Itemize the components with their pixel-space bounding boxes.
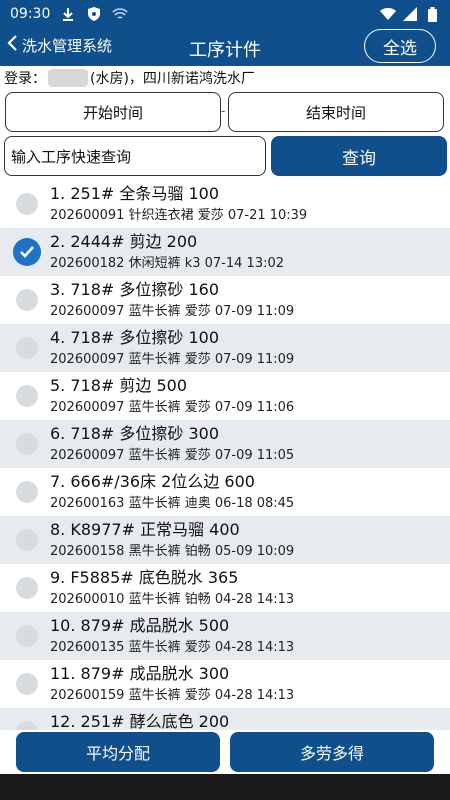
item-title: 1. 251# 全条马骝 100: [50, 184, 220, 203]
item-detail: 202600158 黑牛长裤 铂畅 05-09 10:09: [50, 544, 295, 559]
list-item[interactable]: 1. 251# 全条马骝 100 202600091 针织连衣裙 爱莎 07-21…: [0, 180, 450, 228]
wifi-off-icon: [112, 6, 128, 22]
radio-unchecked[interactable]: [16, 481, 38, 503]
radio-unchecked[interactable]: [16, 337, 38, 359]
system-nav-bar: [0, 774, 450, 800]
status-bar: 09:30: [0, 0, 450, 28]
radio-checked[interactable]: [13, 238, 41, 266]
title-bar: 洗水管理系统 工序计件 全选: [0, 28, 450, 66]
bottom-action-bar: 平均分配 多劳多得: [0, 730, 450, 774]
download-icon: [60, 6, 76, 22]
item-title: 8. K8977# 正常马骝 400: [50, 520, 240, 539]
item-title: 4. 718# 多位擦砂 100: [50, 328, 220, 347]
list-item[interactable]: 4. 718# 多位擦砂 100 202600097 蓝牛长裤 爱莎 07-09 …: [0, 324, 450, 372]
battery-icon: [424, 6, 440, 22]
shield-icon: [86, 6, 102, 22]
list-item[interactable]: 11. 879# 成品脱水 300 202600159 蓝牛长裤 爱莎 04-28…: [0, 660, 450, 708]
item-detail: 202600163 蓝牛长裤 迪奥 06-18 08:45: [50, 496, 295, 511]
query-button[interactable]: 查询: [271, 136, 447, 176]
radio-unchecked[interactable]: [16, 193, 38, 215]
select-all-button[interactable]: 全选: [364, 29, 436, 63]
item-detail: 202600097 蓝牛长裤 爱莎 07-09 11:09: [50, 304, 295, 319]
list-item[interactable]: 2. 2444# 剪边 200 202600182 休闲短裤 k3 07-14 1…: [0, 228, 450, 276]
status-time: 09:30: [10, 6, 51, 22]
item-title: 2. 2444# 剪边 200: [50, 232, 198, 251]
checkmark-icon: [20, 246, 34, 258]
item-detail: 202600182 休闲短裤 k3 07-14 13:02: [50, 256, 285, 271]
radio-unchecked[interactable]: [16, 721, 38, 730]
list-item[interactable]: 3. 718# 多位擦砂 160 202600097 蓝牛长裤 爱莎 07-09 …: [0, 276, 450, 324]
item-detail: 202600135 蓝牛长裤 爱莎 04-28 14:13: [50, 640, 295, 655]
radio-unchecked[interactable]: [16, 577, 38, 599]
time-separator: -: [221, 104, 226, 118]
item-detail: 202600159 蓝牛长裤 爱莎 04-28 14:13: [50, 688, 295, 703]
login-suffix: (水房)，四川新诺鸿洗水厂: [90, 71, 255, 87]
redacted-username: [48, 69, 88, 87]
item-title: 11. 879# 成品脱水 300: [50, 664, 230, 683]
item-detail: 202600091 针织连衣裙 爱莎 07-21 10:39: [50, 208, 308, 223]
list-item[interactable]: 7. 666#/36床 2位么边 600 202600163 蓝牛长裤 迪奥 06…: [0, 468, 450, 516]
item-title: 3. 718# 多位擦砂 160: [50, 280, 220, 299]
wifi-icon: [380, 6, 396, 22]
end-time-button[interactable]: 结束时间: [228, 92, 444, 132]
radio-unchecked[interactable]: [16, 673, 38, 695]
process-list[interactable]: 1. 251# 全条马骝 100 202600091 针织连衣裙 爱莎 07-21…: [0, 180, 450, 730]
list-item[interactable]: 5. 718# 剪边 500 202600097 蓝牛长裤 爱莎 07-09 11…: [0, 372, 450, 420]
item-title: 10. 879# 成品脱水 500: [50, 616, 230, 635]
list-item[interactable]: 6. 718# 多位擦砂 300 202600097 蓝牛长裤 爱莎 07-09 …: [0, 420, 450, 468]
radio-unchecked[interactable]: [16, 625, 38, 647]
radio-unchecked[interactable]: [16, 385, 38, 407]
item-detail: 202600097 蓝牛长裤 爱莎 07-09 11:06: [50, 400, 295, 415]
radio-unchecked[interactable]: [16, 289, 38, 311]
login-info: 登录： (水房)，四川新诺鸿洗水厂: [0, 66, 450, 90]
item-title: 7. 666#/36床 2位么边 600: [50, 472, 255, 491]
more-work-more-pay-button[interactable]: 多劳多得: [230, 732, 434, 772]
item-title: 12. 251# 酵么底色 200: [50, 712, 230, 730]
item-title: 6. 718# 多位擦砂 300: [50, 424, 220, 443]
item-detail: 202600010 蓝牛长裤 铂畅 04-28 14:13: [50, 592, 295, 607]
radio-unchecked[interactable]: [16, 433, 38, 455]
list-item[interactable]: 8. K8977# 正常马骝 400 202600158 黑牛长裤 铂畅 05-0…: [0, 516, 450, 564]
item-title: 5. 718# 剪边 500: [50, 376, 188, 395]
list-item[interactable]: 12. 251# 酵么底色 200: [0, 708, 450, 730]
item-title: 9. F5885# 底色脱水 365: [50, 568, 239, 587]
item-detail: 202600097 蓝牛长裤 爱莎 07-09 11:05: [50, 448, 295, 463]
start-time-button[interactable]: 开始时间: [5, 92, 221, 132]
signal-icon: [402, 6, 418, 22]
item-detail: 202600097 蓝牛长裤 爱莎 07-09 11:09: [50, 352, 295, 367]
process-search-input[interactable]: 输入工序快速查询: [4, 136, 266, 176]
radio-unchecked[interactable]: [16, 529, 38, 551]
average-distribution-button[interactable]: 平均分配: [16, 732, 220, 772]
list-item[interactable]: 10. 879# 成品脱水 500 202600135 蓝牛长裤 爱莎 04-28…: [0, 612, 450, 660]
login-prefix: 登录：: [4, 71, 46, 87]
list-item[interactable]: 9. F5885# 底色脱水 365 202600010 蓝牛长裤 铂畅 04-2…: [0, 564, 450, 612]
